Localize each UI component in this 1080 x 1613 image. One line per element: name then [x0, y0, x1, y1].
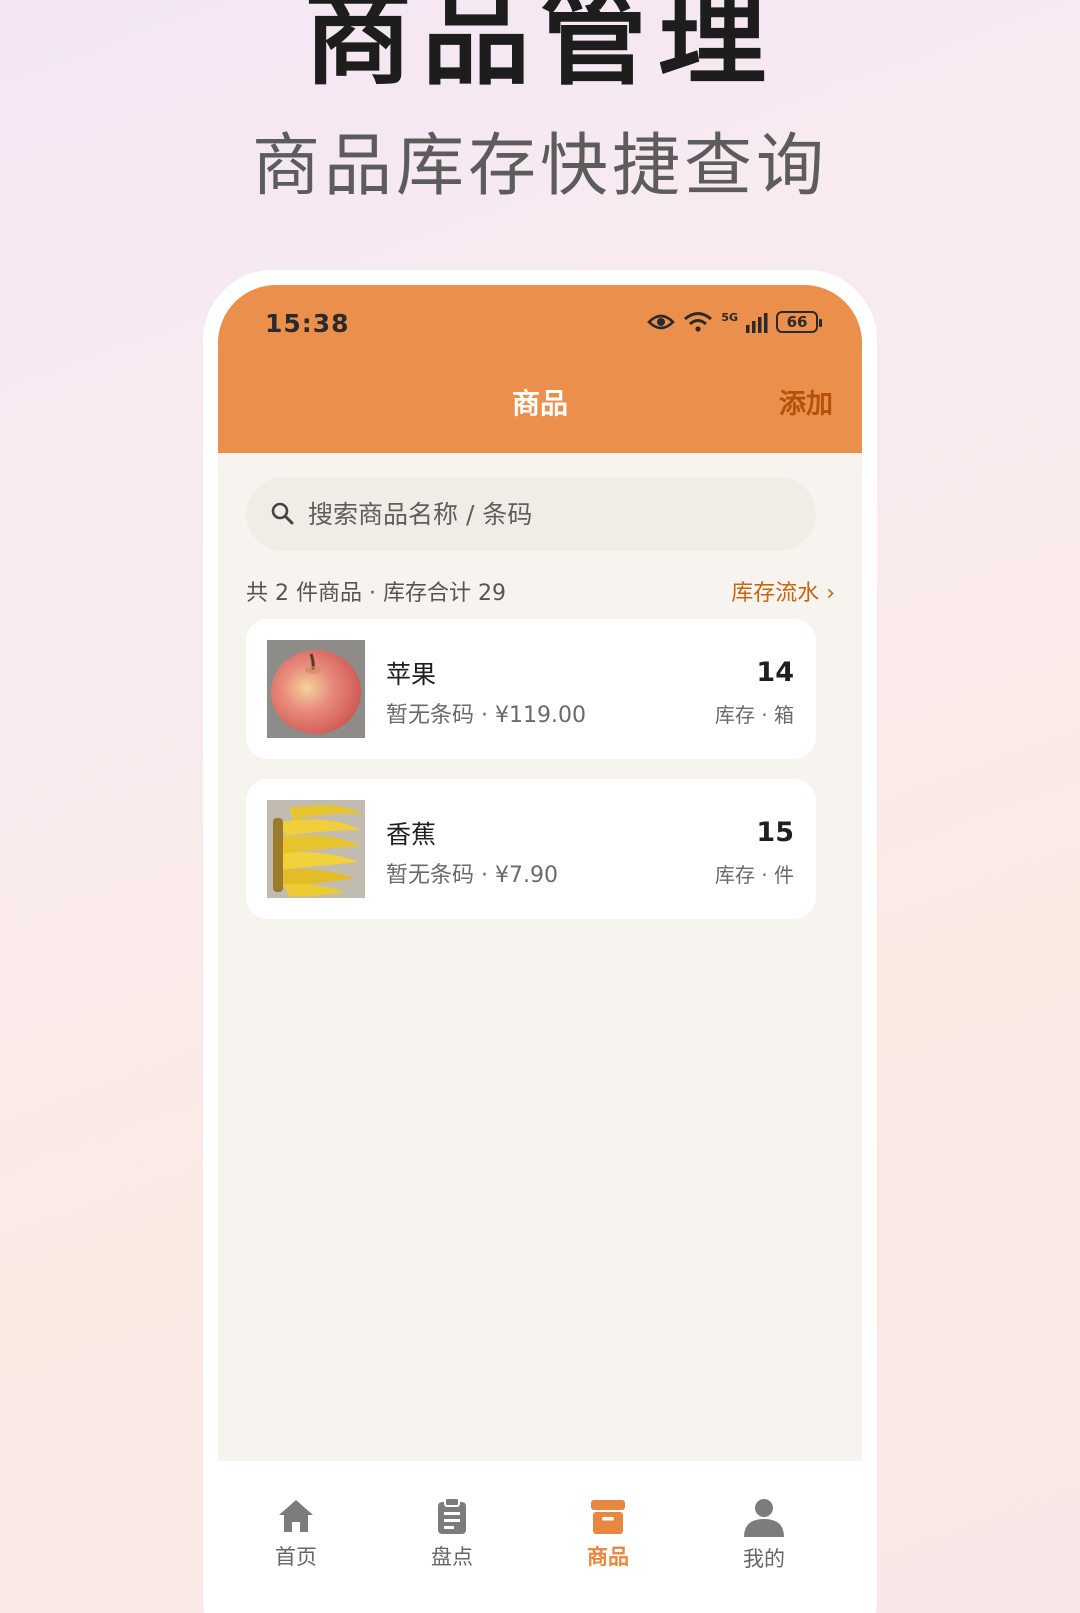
wifi-icon — [684, 312, 713, 332]
app-header: 15:38 5G 66 商品 添加 — [218, 285, 862, 453]
add-button[interactable]: 添加 — [779, 382, 833, 421]
home-icon — [279, 1500, 313, 1532]
product-name: 苹果 — [386, 660, 437, 689]
clipboard-icon — [438, 1497, 466, 1534]
eye-icon — [647, 314, 676, 330]
product-meta: 暂无条码 · ¥7.90 — [386, 863, 558, 888]
product-image-apple — [267, 640, 365, 738]
tab-stocktake[interactable]: 盘点 — [392, 1497, 512, 1571]
archive-box-icon — [591, 1500, 625, 1534]
cellular-signal-icon — [746, 313, 768, 333]
tab-products[interactable]: 商品 — [548, 1497, 668, 1571]
phone-frame: 15:38 5G 66 商品 添加 搜索商品名称 / 条码 共 2 件商品 · … — [203, 270, 877, 1613]
bottom-tab-bar: 首页 盘点 商品 我的 — [218, 1461, 862, 1613]
product-unit: 库存 · 箱 — [714, 703, 794, 727]
search-input[interactable] — [308, 477, 788, 551]
stock-ledger-link[interactable]: 库存流水 › — [731, 575, 835, 607]
battery-icon: 66 — [776, 311, 822, 333]
tab-label: 首页 — [275, 1545, 317, 1569]
product-card[interactable]: 苹果 暂无条码 · ¥119.00 14 库存 · 箱 — [246, 619, 816, 759]
status-icons: 5G 66 — [647, 311, 822, 333]
search-icon — [271, 502, 294, 525]
page-title: 商品 — [511, 387, 568, 420]
product-meta: 暂无条码 · ¥119.00 — [386, 703, 586, 728]
tab-label: 盘点 — [431, 1545, 473, 1569]
status-time: 15:38 — [265, 309, 350, 338]
person-icon — [744, 1499, 784, 1537]
product-quantity: 14 — [756, 657, 794, 688]
product-card[interactable]: 香蕉 暂无条码 · ¥7.90 15 库存 · 件 — [246, 779, 816, 919]
hero-title: 商品管理 — [303, 0, 776, 100]
product-unit: 库存 · 件 — [714, 863, 794, 887]
tab-profile[interactable]: 我的 — [704, 1497, 824, 1573]
hero-subtitle: 商品库存快捷查询 — [251, 127, 828, 206]
product-quantity: 15 — [756, 817, 794, 848]
inventory-summary: 共 2 件商品 · 库存合计 29 — [246, 581, 506, 606]
phone-screen: 15:38 5G 66 商品 添加 搜索商品名称 / 条码 共 2 件商品 · … — [218, 285, 862, 1613]
tab-label: 我的 — [743, 1547, 785, 1571]
product-image-bananas — [267, 800, 365, 898]
network-type: 5G — [721, 311, 738, 324]
tab-label: 商品 — [587, 1545, 629, 1569]
search-bar[interactable] — [246, 477, 816, 551]
product-name: 香蕉 — [386, 820, 437, 849]
tab-home[interactable]: 首页 — [236, 1497, 356, 1571]
